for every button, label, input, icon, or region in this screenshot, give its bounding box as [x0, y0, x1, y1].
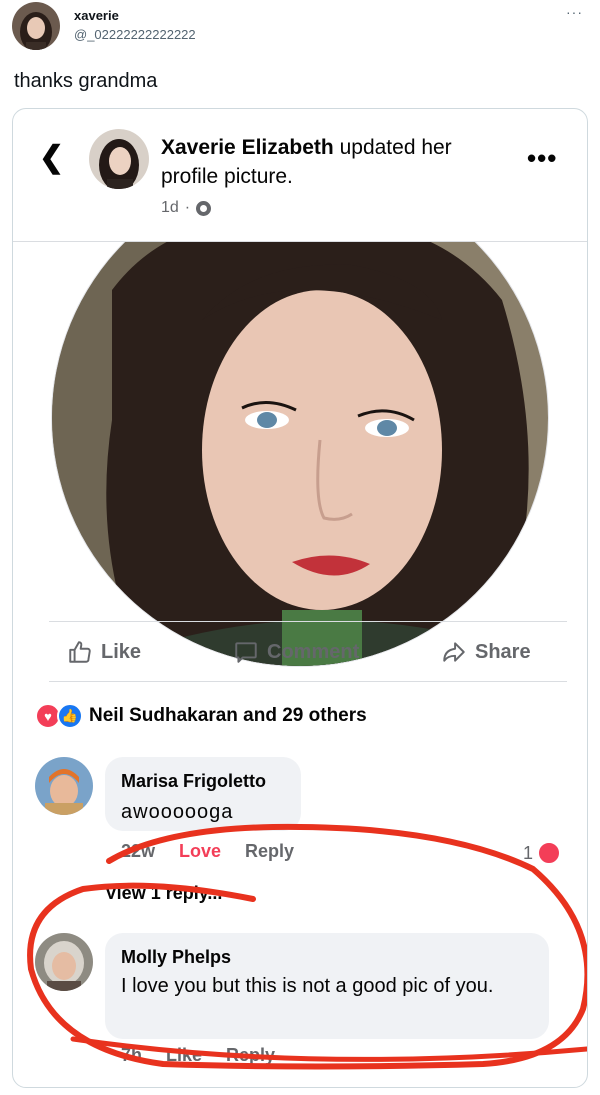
tweet-handle[interactable]: @_02222222222222: [74, 27, 196, 42]
post-title: Xaverie Elizabeth updated her profile pi…: [161, 133, 501, 191]
comment-button[interactable]: Comment: [233, 639, 359, 665]
comment-author[interactable]: Molly Phelps: [121, 947, 231, 968]
tweet-user-name[interactable]: xaverie: [74, 8, 119, 23]
embedded-media[interactable]: ❮ Xaverie Elizabeth updated her profile …: [12, 108, 588, 1088]
view-replies-link[interactable]: View 1 reply...: [105, 883, 222, 904]
comment-time[interactable]: 7h: [121, 1045, 142, 1066]
post-timestamp[interactable]: 1d: [161, 199, 179, 217]
comment-like-button[interactable]: Like: [166, 1045, 202, 1066]
globe-icon: [196, 200, 212, 216]
tweet-text: thanks grandma: [14, 70, 158, 92]
comment-actions: 7h Like Reply: [121, 1045, 275, 1066]
like-button[interactable]: Like: [67, 639, 141, 665]
meta-separator: ·: [184, 199, 191, 216]
comment-love-button[interactable]: Love: [179, 841, 221, 862]
comment-actions: 22w Love Reply: [121, 841, 294, 862]
share-arrow-icon: [443, 642, 465, 662]
comment-reply-button[interactable]: Reply: [245, 841, 294, 862]
like-reaction-icon: 👍: [57, 703, 83, 729]
profile-picture[interactable]: [51, 242, 549, 667]
reactions-text: Neil Sudhakaran and 29 others: [89, 705, 367, 726]
like-label: Like: [101, 640, 142, 663]
reactions-summary[interactable]: ♥ 👍 Neil Sudhakaran and 29 others: [35, 703, 367, 729]
post-meta: 1d ·: [161, 199, 212, 217]
comment-label: Comment: [267, 640, 360, 663]
ellipsis-icon[interactable]: ···: [566, 4, 583, 20]
comment-text: I love you but this is not a good pic of…: [121, 975, 494, 997]
comment-reply-button[interactable]: Reply: [226, 1045, 275, 1066]
commenter-avatar[interactable]: [35, 757, 93, 815]
thumbs-up-icon: [69, 641, 91, 663]
tweet-avatar[interactable]: [12, 2, 60, 50]
action-bar-divider-top: [49, 621, 567, 622]
more-dots-icon[interactable]: •••: [527, 145, 557, 171]
comment-time[interactable]: 22w: [121, 841, 155, 862]
commenter-avatar[interactable]: [35, 933, 93, 991]
love-reaction-icon: [537, 841, 562, 865]
comment-text: awoooooga: [121, 801, 234, 823]
comment-reaction-number: 1: [523, 842, 534, 863]
back-chevron-icon[interactable]: ❮: [39, 143, 64, 173]
comment-bubble-icon: [235, 642, 257, 663]
action-bar-divider-bottom: [49, 681, 567, 682]
post-author-avatar[interactable]: [89, 129, 149, 189]
comment-reaction-count[interactable]: 1: [523, 841, 562, 865]
header-divider: [13, 241, 587, 242]
share-label: Share: [475, 640, 531, 663]
post-author-name[interactable]: Xaverie Elizabeth: [161, 136, 334, 159]
comment-author[interactable]: Marisa Frigoletto: [121, 771, 266, 792]
share-button[interactable]: Share: [441, 639, 531, 665]
